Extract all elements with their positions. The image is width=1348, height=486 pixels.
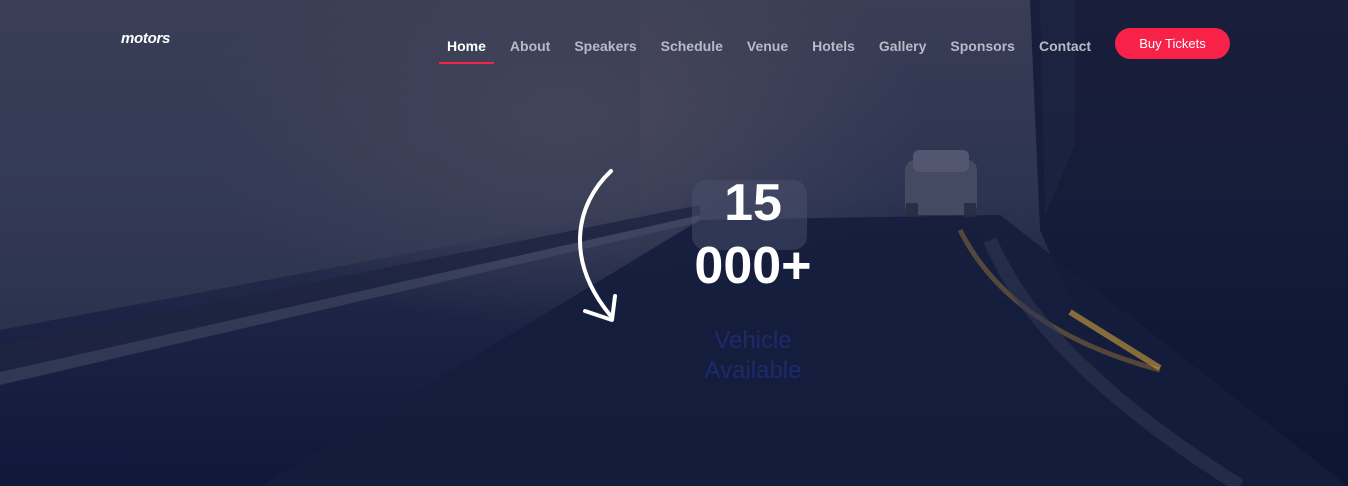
nav-item-schedule[interactable]: Schedule [649, 30, 735, 62]
buy-tickets-button[interactable]: Buy Tickets [1115, 28, 1230, 59]
curved-arrow-down-icon [578, 169, 617, 322]
vehicle-stat: 15 000+ Vehicle Available [660, 172, 846, 386]
stat-value-line1: 15 [724, 174, 782, 232]
site-header: motors Home About Speakers Schedule Venu… [0, 0, 1348, 90]
nav-item-sponsors[interactable]: Sponsors [938, 30, 1027, 62]
stat-label-line1: Vehicle [714, 327, 792, 354]
nav-item-hotels[interactable]: Hotels [800, 30, 867, 62]
nav-item-speakers[interactable]: Speakers [562, 30, 648, 62]
stat-value-line2: 000+ [694, 237, 812, 295]
nav-item-contact[interactable]: Contact [1027, 30, 1103, 62]
nav-item-about[interactable]: About [498, 30, 562, 62]
hero-section: motors Home About Speakers Schedule Venu… [0, 0, 1348, 486]
logo[interactable]: motors [121, 30, 170, 47]
stat-label-line2: Available [704, 357, 802, 384]
nav-item-home[interactable]: Home [435, 30, 498, 64]
nav-item-gallery[interactable]: Gallery [867, 30, 938, 62]
main-nav: Home About Speakers Schedule Venue Hotel… [435, 28, 1103, 64]
nav-item-venue[interactable]: Venue [735, 30, 800, 62]
